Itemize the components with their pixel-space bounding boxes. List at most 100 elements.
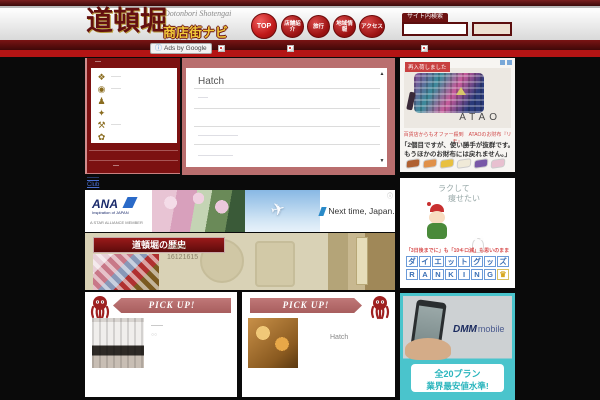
dmm-offer-line1: 全20プラン — [434, 369, 481, 379]
diet-letter-box: ト — [458, 256, 470, 267]
pickup-caption[interactable]: —— — [151, 323, 163, 329]
site-logo[interactable]: 道頓堀 — [86, 6, 167, 36]
ads-strip — [0, 50, 600, 57]
pickup-banner: PICK UP! — [250, 298, 362, 313]
nav-button-top[interactable]: TOP — [251, 13, 277, 39]
ranking-letter-box: R — [406, 269, 418, 280]
content-divider — [194, 88, 380, 89]
text-link[interactable]: Club — [87, 182, 99, 188]
scroll-down-icon[interactable]: ▼ — [379, 158, 385, 164]
nav-button-area-info[interactable]: 地域情報 — [333, 15, 356, 38]
ads-by-google-badge[interactable]: ⓘ Ads by Google — [150, 43, 212, 54]
crown-icon: ♛ — [497, 269, 509, 280]
sidebar-item[interactable]: ✿ — [96, 131, 172, 143]
nav-button-access[interactable]: アクセス — [359, 15, 385, 38]
ranking-letter-box: N — [432, 269, 444, 280]
sidebar-item[interactable]: ◉ —— — [96, 83, 172, 95]
diet-letter-box: イ — [419, 256, 431, 267]
content-note: —— — [198, 95, 208, 101]
diet-letter-row: ダ イ エ ッ ト グ ッ ズ — [405, 256, 510, 267]
bottle-icon: ✦ — [97, 107, 106, 118]
ana-tagline: Inspiration of JAPAN — [92, 210, 129, 215]
dmm-offer-box: 全20プラン 業界最安値水準! — [411, 364, 504, 392]
sidebar-divider — [89, 150, 178, 151]
dmm-brand-row: DMM mobile — [453, 324, 504, 335]
sidebar-item[interactable]: ⚒ —— — [96, 119, 172, 131]
octopus-icon — [90, 296, 110, 320]
diet-letter-box: エ — [432, 256, 444, 267]
sidebar: — ❖ —— ◉ —— ♟ ✦ ⚒ —— ✿ — — [85, 58, 180, 174]
atao-badge: 再入荷しました — [405, 62, 450, 72]
ad-close-icon[interactable] — [500, 60, 505, 65]
wallet-logo-icon — [456, 87, 466, 95]
history-ribbon[interactable]: 道頓堀の歴史 — [93, 237, 225, 253]
ranking-letter-box: K — [445, 269, 457, 280]
diet-letter-box: ダ — [406, 256, 418, 267]
ana-blue-mark-icon — [318, 206, 328, 216]
diet-character — [420, 202, 460, 244]
cat-ear — [474, 236, 478, 240]
page: Dotonbori Shotengai 道頓堀 商店街ナビ TOP 店舗紹介 旅… — [0, 0, 600, 400]
ad-info-icon[interactable]: ⓘ — [387, 191, 393, 200]
search-label-tab: サイト内検索 — [402, 13, 448, 22]
ana-message-section: Next time, Japan. — [318, 190, 395, 232]
pickup-section-right: PICK UP! Hatch — [242, 292, 395, 397]
ana-logo-slash — [122, 197, 138, 208]
search-input[interactable] — [402, 22, 468, 36]
ranking-letter-box: A — [419, 269, 431, 280]
pickup-photo[interactable] — [92, 318, 144, 368]
scroll-up-icon[interactable]: ▲ — [379, 71, 385, 77]
content-divider — [194, 108, 380, 109]
ranking-letter-box: N — [471, 269, 483, 280]
nav-button-travel[interactable]: 旅行 — [307, 15, 330, 38]
hand-image — [405, 338, 451, 360]
flower-icon: ✿ — [97, 131, 106, 142]
diet-ranking-ad[interactable]: ラクして 痩せたい 「3日後までに」も「10キロ減」も思いのまま ダ イ エ ッ… — [400, 178, 515, 288]
nav-button-shops[interactable]: 店舗紹介 — [281, 15, 304, 38]
wallet-image — [414, 73, 484, 113]
dmm-brand-sub: mobile — [477, 324, 505, 334]
broken-image-icon — [287, 45, 294, 52]
history-bg-art — [255, 241, 295, 287]
logo-subtitle[interactable]: 商店街ナビ — [163, 22, 228, 41]
content-divider — [194, 144, 380, 145]
ad-close-icon[interactable] — [507, 60, 512, 65]
diet-letter-box: グ — [471, 256, 483, 267]
diet-letter-box: ズ — [497, 256, 509, 267]
wallet-variant — [490, 158, 506, 169]
sky-photo: ✈ — [245, 190, 320, 232]
pickup-banner: PICK UP! — [113, 298, 231, 313]
ana-banner-ad[interactable]: ANA Inspiration of JAPAN A STAR ALLIANCE… — [85, 190, 395, 232]
sidebar-item[interactable]: ✦ — [96, 107, 172, 119]
ana-logo-section: ANA Inspiration of JAPAN A STAR ALLIANCE… — [85, 190, 152, 232]
sidebar-top-label: — — [95, 59, 101, 65]
logo-script: Dotonbori Shotengai — [164, 9, 232, 18]
ana-brand: ANA — [92, 197, 118, 211]
gift-icon: ❖ — [97, 71, 106, 82]
sidebar-item[interactable]: ♟ — [96, 95, 172, 107]
sidebar-item[interactable]: ❖ —— — [96, 71, 172, 83]
dmm-mobile-ad[interactable]: DMM mobile 全20プラン 業界最安値水準! — [400, 293, 515, 400]
content-box: Hatch —— ———————— ——————— ▲ ▼ — [182, 58, 395, 175]
history-sign-art — [356, 237, 368, 285]
airplane-icon: ✈ — [268, 198, 288, 221]
pickup-caption[interactable]: Hatch — [330, 334, 348, 341]
content-box-inner: Hatch —— ———————— ——————— ▲ ▼ — [186, 68, 387, 167]
cherry-blossom-photo — [152, 190, 245, 232]
diet-lead-text: 「3日後までに」も「10キロ減」も思いのまま — [405, 248, 510, 254]
history-photo — [93, 254, 159, 290]
text-link[interactable]: —— — [87, 175, 99, 181]
atao-quote: もうほかのお財布には戻れません。」 — [404, 151, 511, 158]
hat-pompom — [427, 202, 431, 206]
pickup-photo[interactable] — [248, 318, 298, 368]
atao-ad[interactable]: 再入荷しました ATAO 百貨店からもオファー殺到 ATAOのお財布『リモ』 「… — [400, 58, 515, 172]
broken-image-icon — [421, 45, 428, 52]
ads-badge-label: Ads by Google — [164, 45, 207, 52]
search-button[interactable] — [472, 22, 512, 36]
atao-brand: ATAO — [459, 112, 501, 123]
info-icon: ⓘ — [155, 45, 162, 52]
dmm-brand: DMM — [453, 324, 477, 335]
sidebar-item-label: —— — [111, 74, 121, 80]
character-body — [427, 223, 447, 239]
ranking-letter-row: R A N K I N G ♛ — [405, 269, 510, 280]
